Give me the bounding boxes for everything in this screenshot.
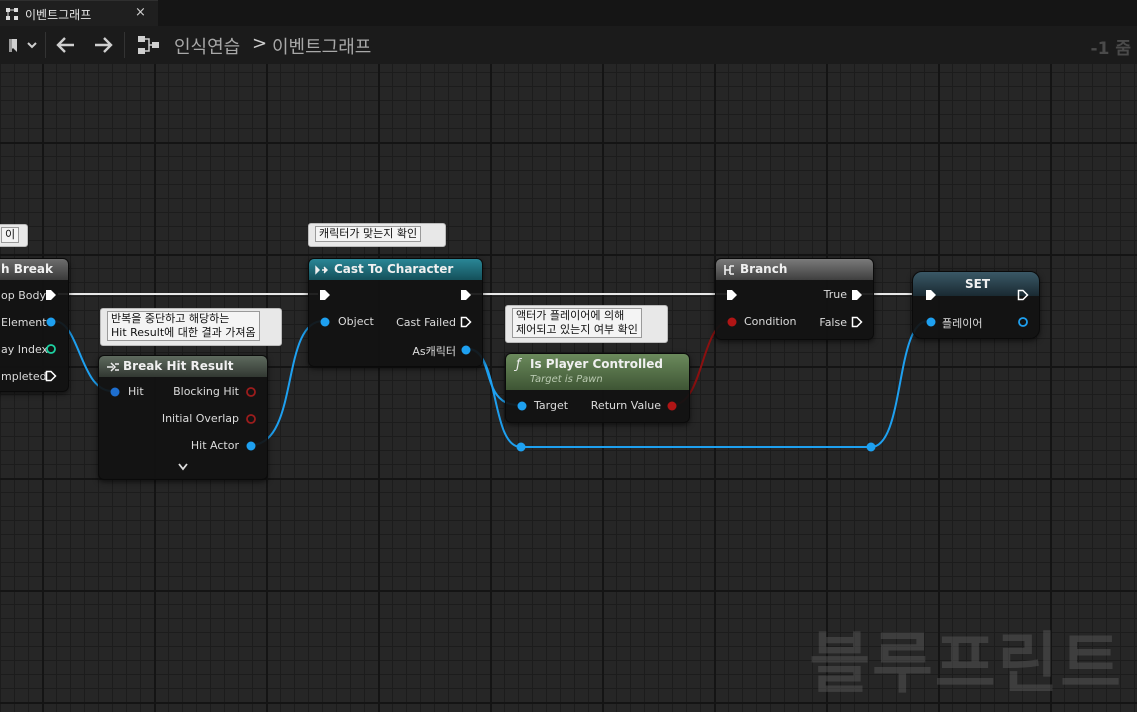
object-pin-icon[interactable] [1017,316,1029,328]
blueprint-watermark: 블루프린트 [809,625,1123,702]
arrow-right-icon [95,37,113,53]
node-subtitle: Target is Pawn [530,374,603,385]
node-title: Branch [740,262,788,276]
comment-bubble: 캐릭터가 맞는지 확인 [308,223,446,247]
node-title: Cast To Character [334,262,454,276]
pin-label: True [823,288,847,301]
pin-label: As캐릭터 [412,345,456,358]
node-title: SET [965,277,991,291]
comment-bubble: 반복을 중단하고 해당하는 Hit Result에 대한 결과 가져옴 [100,308,282,346]
pin-label: Target [534,399,569,412]
cast-to-character-node[interactable]: Cast To Character Object Cast Failed As캐… [308,258,483,367]
graph-icon [138,36,159,54]
tab-event-graph[interactable]: 이벤트그래프 × [0,0,158,26]
bool-pin-icon[interactable] [666,400,678,412]
break-struct-icon [107,362,119,372]
chevron-down-icon[interactable] [177,462,189,472]
pin-label: ay Index [1,343,49,356]
object-pin-icon[interactable] [460,344,472,356]
bool-pin-icon[interactable] [726,316,738,328]
back-button[interactable] [54,34,78,56]
pin-label: Cast Failed [396,316,456,329]
object-pin-icon[interactable] [925,316,937,328]
graph-icon [6,8,18,20]
bookmark-icon [9,39,37,52]
tab-bar: 이벤트그래프 × [0,0,1137,26]
graph-toolbar: 인식연습 > 이벤트그래프 -1 줌 [0,26,1137,65]
close-icon[interactable]: × [135,5,146,20]
exec-pin-icon[interactable] [726,289,738,301]
object-pin-icon[interactable] [516,400,528,412]
node-title: h Break [0,259,68,280]
pin-label: Condition [744,315,797,328]
exec-pin-icon[interactable] [1017,289,1029,301]
breadcrumb-separator: > [252,33,268,54]
forward-button[interactable] [91,34,115,56]
exec-pin-icon[interactable] [460,289,472,301]
set-variable-node[interactable]: SET 플레이어 [912,271,1040,339]
pin-label: Return Value [590,399,661,412]
int-pin-icon[interactable] [45,343,57,355]
exec-pin-icon[interactable] [851,316,863,328]
pin-label: Hit Actor [190,439,239,452]
pin-label: Object [338,315,374,328]
pin-label: mpleted [1,370,47,383]
pin-label: Initial Overlap [161,412,239,425]
arrow-left-icon [56,37,74,53]
function-icon: ƒ [516,357,521,372]
bool-pin-icon[interactable] [245,386,257,398]
pin-label: op Body [1,289,46,302]
cast-icon [315,265,328,275]
pin-label: Blocking Hit [173,385,239,398]
break-hit-result-node[interactable]: Break Hit Result Hit Blocking Hit Initia… [98,355,268,480]
exec-pin-icon[interactable] [460,316,472,328]
object-pin-icon[interactable] [45,316,57,328]
comment-bubble: 이 [0,224,28,247]
exec-pin-icon[interactable] [851,289,863,301]
toolbar-divider [45,32,46,58]
exec-pin-icon[interactable] [45,370,57,382]
branch-node[interactable]: Branch True Condition False [715,258,874,340]
bookmark-dropdown-button[interactable] [6,34,40,56]
for-each-loop-node[interactable]: h Break op Body Element ay Index mpleted [0,258,69,392]
pin-label: Hit [128,385,144,398]
exec-pin-icon[interactable] [319,289,331,301]
is-player-controlled-node[interactable]: ƒ Is Player Controlled Target is Pawn Ta… [505,353,690,423]
exec-pin-icon[interactable] [925,289,937,301]
struct-pin-icon[interactable] [109,386,121,398]
pin-label: Element [1,316,47,329]
breadcrumb-root[interactable]: 인식연습 [174,33,240,59]
comment-bubble: 액터가 플레이어에 의해 제어되고 있는지 여부 확인 [505,305,668,343]
bool-pin-icon[interactable] [245,413,257,425]
object-pin-icon[interactable] [245,440,257,452]
breadcrumb-current[interactable]: 이벤트그래프 [272,33,371,59]
exec-pin-icon[interactable] [45,289,57,301]
node-title: Is Player Controlled [530,357,663,371]
zoom-level: -1 줌 [1090,39,1131,59]
tab-title: 이벤트그래프 [25,8,92,22]
pin-label: 플레이어 [942,317,983,330]
branch-icon [724,265,734,275]
pin-label: False [819,316,847,329]
node-title: Break Hit Result [123,359,234,373]
toolbar-divider [124,32,125,58]
object-pin-icon[interactable] [319,316,331,328]
